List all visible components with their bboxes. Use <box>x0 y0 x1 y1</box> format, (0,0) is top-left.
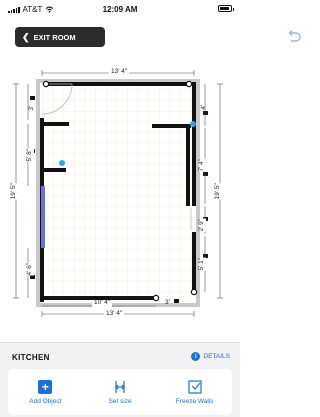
dim-left-total[interactable]: 19' 5" <box>10 183 18 200</box>
dim-right-upper[interactable]: 7' 4" <box>198 158 206 172</box>
dim-right-lower[interactable]: 5' 1" <box>198 257 206 271</box>
exit-room-label: EXIT ROOM <box>33 32 76 42</box>
selected-node <box>59 160 65 166</box>
dim-top[interactable]: 13' 4" <box>109 68 130 76</box>
battery-icon <box>218 5 234 12</box>
floor-plan-canvas <box>13 70 223 317</box>
dim-left-top[interactable]: 3' <box>28 106 36 111</box>
chevron-left-icon: ❮ <box>22 31 30 42</box>
dim-bottom[interactable]: 13' 4" <box>104 310 125 318</box>
action-bar: + Add Object Set size Freeze Walls <box>8 369 232 415</box>
undo-icon[interactable] <box>285 29 303 45</box>
status-bar: AT&T 12:09 AM <box>0 0 240 22</box>
details-button[interactable]: i DETAILS <box>191 352 230 361</box>
dim-bottom-inner[interactable]: 10' 4" <box>92 299 113 307</box>
dim-bottom-small[interactable]: 3' <box>165 299 170 307</box>
dim-right-middle[interactable]: 2' 9" <box>198 218 206 232</box>
room-panel: KITCHEN i DETAILS + Add Object Set size … <box>0 342 240 417</box>
freeze-walls-button[interactable]: Freeze Walls <box>157 369 232 415</box>
add-object-label: Add Object <box>29 397 62 405</box>
freeze-walls-label: Freeze Walls <box>175 397 214 405</box>
room-name: KITCHEN <box>12 353 50 362</box>
dim-left-lower[interactable]: 4' 6" <box>26 262 34 276</box>
dim-right-total[interactable]: 19' 5" <box>214 183 222 200</box>
info-icon: i <box>191 352 201 361</box>
dim-right-top[interactable]: 4' <box>200 105 208 110</box>
plus-icon: + <box>38 379 53 394</box>
exit-room-button[interactable]: ❮ EXIT ROOM <box>15 27 105 47</box>
details-label: DETAILS <box>203 353 230 360</box>
set-size-label: Set size <box>108 397 132 405</box>
selected-node <box>190 121 196 127</box>
resize-icon <box>115 380 125 393</box>
clock: 12:09 AM <box>102 5 138 14</box>
add-object-button[interactable]: + Add Object <box>8 369 83 415</box>
set-size-button[interactable]: Set size <box>83 369 158 415</box>
freeze-walls-icon <box>188 379 202 394</box>
dim-left-upper[interactable]: 5' 8" <box>26 148 34 162</box>
floor-plan[interactable]: 13' 4" 10' 4" 3' 13' 4" 19' 5" 3' 5' 8" … <box>0 58 240 333</box>
